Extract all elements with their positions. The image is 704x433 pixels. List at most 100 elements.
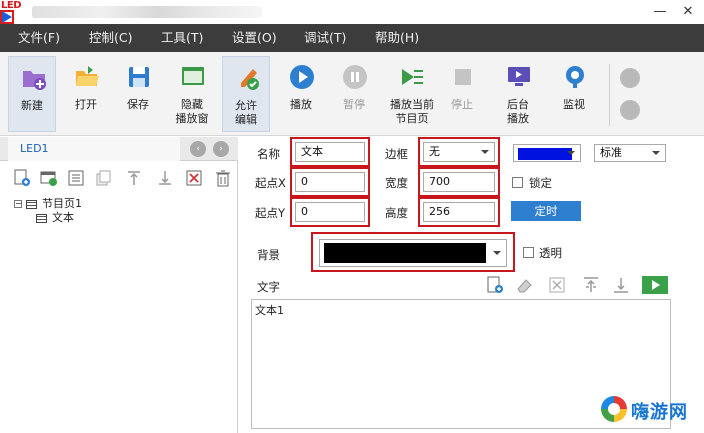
pause-button[interactable]: 暂停: [330, 56, 378, 132]
clear-text-icon[interactable]: [547, 275, 567, 295]
title-bar: LED — ✕: [0, 0, 704, 24]
program-tree: − 节目页1 文本: [14, 197, 82, 225]
monitor-label: 监视: [563, 98, 585, 111]
tree-row-text[interactable]: 文本: [14, 211, 82, 225]
tree-collapse-icon[interactable]: −: [14, 200, 22, 208]
pause-label: 暂停: [343, 98, 365, 111]
move-up-icon[interactable]: [125, 169, 143, 187]
align-top-icon[interactable]: [581, 275, 601, 295]
minimize-button[interactable]: —: [646, 2, 674, 22]
pencil-check-icon: [241, 69, 259, 90]
allow-edit-label: 允许 编辑: [235, 99, 257, 126]
play-label: 播放: [290, 98, 312, 111]
stop-icon: [455, 69, 471, 85]
menu-help[interactable]: 帮助(H): [375, 24, 419, 52]
stop-label: 停止: [451, 98, 473, 111]
style-select[interactable]: 标准: [594, 144, 666, 162]
start-x-label: 起点X: [255, 176, 286, 190]
height-highlight-box: [418, 197, 500, 227]
width-highlight-box: [418, 167, 500, 197]
border-color-select[interactable]: [513, 144, 581, 162]
screen-tab-led1[interactable]: LED1: [8, 137, 180, 161]
menu-settings[interactable]: 设置(O): [232, 24, 277, 52]
properties-panel: 名称 文本 边框 无 标准 起点X 0 宽度 700 锁定 起点Y 0 高度 2…: [239, 137, 704, 433]
border-label: 边框: [385, 147, 408, 161]
pause-icon: [343, 65, 367, 89]
new-label: 新建: [21, 99, 43, 112]
insert-text-icon[interactable]: [485, 275, 505, 295]
name-highlight-box: [290, 137, 370, 167]
chevron-down-icon: [567, 151, 575, 155]
tree-toolbar: [0, 165, 238, 189]
play-current-page-button[interactable]: 播放当前 节目页: [384, 56, 440, 132]
text-label: 文字: [257, 280, 280, 294]
copy-icon[interactable]: [94, 169, 112, 187]
border-highlight-box: [418, 137, 500, 167]
play-current-page-label: 播放当前 节目页: [390, 98, 434, 125]
open-label: 打开: [75, 98, 97, 111]
play-icon: [290, 65, 314, 89]
timer-button[interactable]: 定时: [511, 201, 581, 221]
window-title-blurred: [32, 6, 262, 18]
menu-control[interactable]: 控制(C): [89, 24, 132, 52]
save-disk-icon: [129, 67, 149, 87]
width-label: 宽度: [385, 176, 408, 190]
hide-play-window-label: 隐藏 播放窗: [175, 98, 209, 125]
save-button[interactable]: 保存: [114, 56, 162, 132]
height-label: 高度: [385, 206, 408, 220]
delete-item-icon[interactable]: [185, 169, 203, 187]
transparent-label: 透明: [539, 246, 562, 260]
text-grid-icon: [36, 213, 47, 223]
toolbar-separator: [609, 64, 610, 126]
play-list-icon: [402, 69, 423, 85]
background-play-button[interactable]: 后台 播放: [494, 56, 542, 132]
site-watermark: 嗨游网: [597, 392, 701, 428]
menu-bar: 文件(F) 控制(C) 工具(T) 设置(O) 调试(T) 帮助(H): [0, 24, 704, 52]
lock-label: 锁定: [529, 176, 552, 190]
menu-tools[interactable]: 工具(T): [161, 24, 203, 52]
prev-arrow-icon[interactable]: ‹: [190, 141, 206, 157]
properties-icon[interactable]: [67, 169, 85, 187]
stop-button[interactable]: 停止: [438, 56, 486, 132]
new-folder-icon: [23, 71, 46, 90]
next-arrow-icon[interactable]: ›: [213, 141, 229, 157]
close-button[interactable]: ✕: [674, 2, 702, 22]
user-icon[interactable]: [620, 68, 640, 88]
lock-checkbox[interactable]: [512, 177, 523, 188]
name-label: 名称: [257, 147, 280, 161]
tree-page-label: 节目页1: [42, 197, 82, 210]
hide-play-window-button[interactable]: 隐藏 播放窗: [168, 56, 216, 132]
toolbar: 新建 打开 保存 隐藏 播放窗 允许 编辑 播放 暂停 播放当前 节目页 停止 …: [0, 52, 704, 136]
watermark-logo-icon: [601, 396, 627, 422]
monitor-button[interactable]: 监视: [550, 56, 598, 132]
play-text-icon[interactable]: [641, 275, 669, 295]
new-button[interactable]: 新建: [8, 56, 56, 132]
add-window-icon[interactable]: [40, 169, 58, 187]
style-select-value: 标准: [600, 146, 622, 159]
window-icon: [182, 67, 204, 85]
camera-icon: [566, 66, 584, 88]
open-button[interactable]: 打开: [62, 56, 110, 132]
transparent-checkbox[interactable]: [523, 247, 534, 258]
allow-edit-button[interactable]: 允许 编辑: [222, 56, 270, 132]
start-x-highlight-box: [290, 167, 370, 197]
eraser-icon[interactable]: [515, 275, 535, 295]
border-color-swatch: [518, 148, 572, 160]
screen-tab-bar: LED1 ‹ ›: [0, 137, 238, 161]
menu-file[interactable]: 文件(F): [18, 24, 60, 52]
tree-row-page[interactable]: − 节目页1: [14, 197, 82, 211]
background-play-label: 后台 播放: [507, 98, 529, 125]
program-tree-panel: LED1 ‹ › − 节目页1 文本: [0, 137, 238, 433]
play-button[interactable]: 播放: [277, 56, 325, 132]
menu-debug[interactable]: 调试(T): [304, 24, 346, 52]
app-logo: LED: [0, 0, 28, 24]
trash-icon[interactable]: [214, 169, 232, 187]
save-label: 保存: [127, 98, 149, 111]
align-bottom-icon[interactable]: [611, 275, 631, 295]
background-highlight-box: [311, 232, 515, 272]
lock-screen-icon[interactable]: [620, 100, 640, 120]
start-y-highlight-box: [290, 197, 370, 227]
watermark-text: 嗨游网: [631, 402, 688, 423]
add-page-icon[interactable]: [13, 169, 31, 187]
move-down-icon[interactable]: [156, 169, 174, 187]
